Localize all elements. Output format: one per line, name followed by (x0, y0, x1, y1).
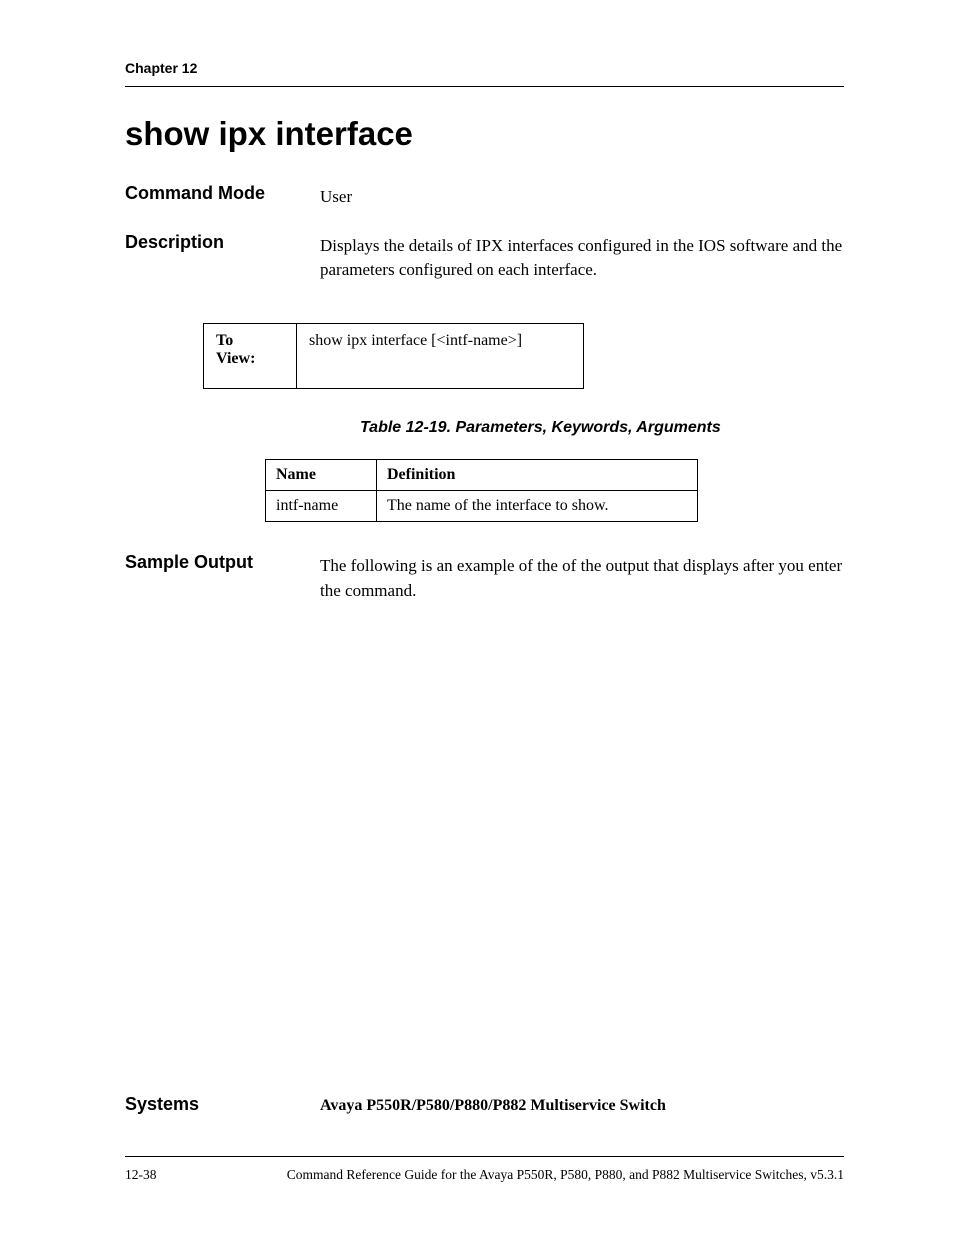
syntax-label: To View: (204, 323, 297, 388)
systems-row: Systems Avaya P550R/P580/P880/P882 Multi… (125, 1094, 844, 1115)
syntax-table: To View: show ipx interface [<intf-name>… (203, 323, 584, 389)
description-label: Description (125, 232, 320, 253)
param-table-caption: Table 12-19. Parameters, Keywords, Argum… (360, 419, 844, 437)
footer-page-number: 12-38 (125, 1167, 157, 1183)
systems-value: Avaya P550R/P580/P880/P882 Multiservice … (320, 1094, 666, 1115)
systems-label: Systems (125, 1094, 320, 1115)
page-footer: 12-38 Command Reference Guide for the Av… (125, 1156, 844, 1183)
command-mode-row: Command Mode User (125, 183, 844, 210)
sample-output-row: Sample Output The following is an exampl… (125, 552, 844, 603)
page-title: show ipx interface (125, 115, 844, 153)
param-header-definition: Definition (377, 459, 698, 490)
table-row: intf-name The name of the interface to s… (266, 490, 698, 521)
param-name-cell: intf-name (266, 490, 377, 521)
sample-output-body: The following is an example of the of th… (320, 552, 844, 603)
sample-output-suffix: command. (345, 581, 416, 600)
description-value: Displays the details of IPX interfaces c… (320, 232, 844, 283)
description-row: Description Displays the details of IPX … (125, 232, 844, 283)
param-table: Name Definition intf-name The name of th… (265, 459, 698, 522)
page: Chapter 12 show ipx interface Command Mo… (0, 0, 954, 1235)
param-header-name: Name (266, 459, 377, 490)
footer-rule (125, 1156, 844, 1157)
command-mode-value: User (320, 183, 844, 210)
param-definition-cell: The name of the interface to show. (377, 490, 698, 521)
chapter-header: Chapter 12 (125, 60, 844, 87)
syntax-value: show ipx interface [<intf-name>] (297, 323, 584, 388)
sample-output-label: Sample Output (125, 552, 320, 573)
footer-doc-title: Command Reference Guide for the Avaya P5… (287, 1167, 844, 1183)
command-mode-label: Command Mode (125, 183, 320, 204)
